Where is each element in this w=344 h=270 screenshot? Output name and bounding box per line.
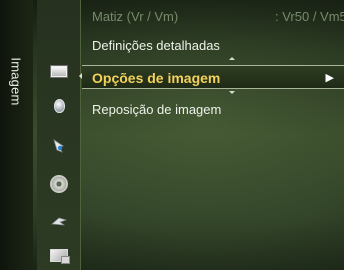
menu-item-tint-label: Matiz (Vr / Vm) [92,9,179,24]
menu-item-tint-value: : Vr50 / Vm50 [275,9,344,24]
submenu-arrow-icon: ▶ [325,72,334,84]
category-label-text: Imagem [8,56,24,106]
menu-item-tint[interactable]: Matiz (Vr / Vm) : Vr50 / Vm50 [82,6,344,28]
category-strip: Imagem [0,0,33,270]
tv-osd-screen: Imagem Matiz (Vr / Vm) : Vr50 / Vm50 Def… [0,0,344,270]
menu-item-picture-reset[interactable]: Reposição de imagem [82,99,344,121]
menu-item-picture-options[interactable]: Opções de imagem ▶ [82,65,344,89]
menu-item-detailed-settings[interactable]: Definições detalhadas [82,35,344,57]
picture-icon[interactable] [49,62,69,80]
menu-item-detailed-settings-label: Definições detalhadas [92,38,220,53]
application-icon[interactable] [49,246,70,264]
scroll-down-indicator [229,91,235,94]
category-icon-column [37,0,81,270]
menu-item-picture-options-label: Opções de imagem [92,70,221,86]
sound-icon[interactable] [49,97,69,115]
channel-icon[interactable] [49,137,69,155]
picture-menu: Matiz (Vr / Vm) : Vr50 / Vm50 Definições… [82,0,344,270]
category-label: Imagem [2,46,30,116]
scroll-up-indicator [229,57,235,60]
setup-icon[interactable] [49,175,69,193]
menu-item-picture-reset-label: Reposição de imagem [92,102,222,117]
input-icon[interactable] [49,212,69,230]
